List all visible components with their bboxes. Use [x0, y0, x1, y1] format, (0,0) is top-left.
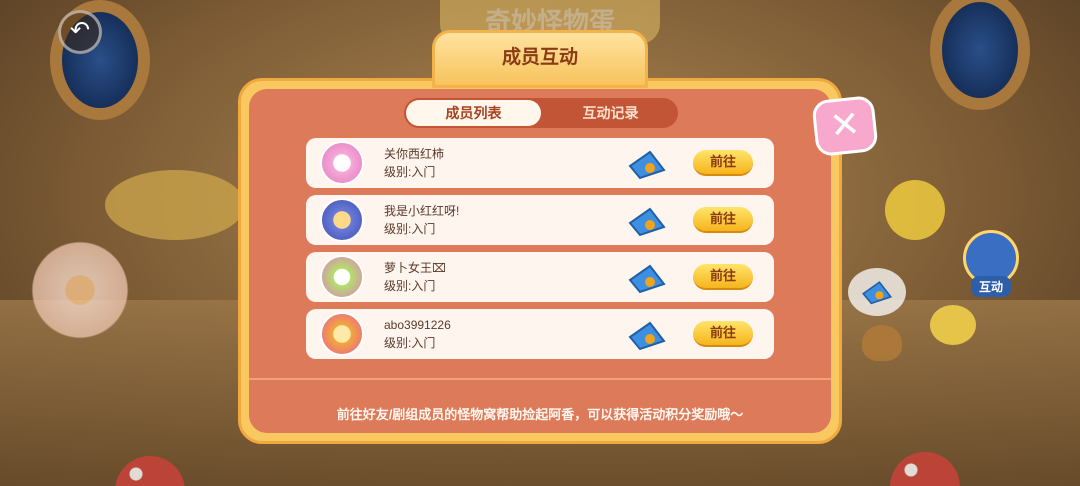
member-level: 级别:入门 — [384, 279, 436, 293]
tab-bar: 成员列表 互动记录 — [404, 98, 678, 128]
member-level: 级别:入门 — [384, 165, 436, 179]
avatar — [320, 255, 364, 299]
member-name: 我是小红红呀! — [384, 204, 460, 218]
poop-item[interactable] — [862, 325, 902, 361]
go-button[interactable]: 前往 — [693, 150, 753, 176]
member-list: 关你西红柿 级别:入门 前往 我是小红红呀! 级别:入门 前往 萝卜女王⌧ 级别… — [306, 138, 774, 366]
member-name: abo3991226 — [384, 318, 451, 332]
panel-title: 成员互动 — [501, 47, 578, 68]
interact-side-button[interactable]: 互动 — [958, 230, 1024, 308]
dustpan-icon — [628, 264, 666, 294]
go-button[interactable]: 前往 — [693, 321, 753, 347]
list-item: 萝卜女王⌧ 级别:入门 前往 — [306, 252, 774, 302]
avatar — [320, 198, 364, 242]
go-button[interactable]: 前往 — [693, 207, 753, 233]
member-level: 级别:入门 — [384, 222, 436, 236]
tab-interaction-log[interactable]: 互动记录 — [543, 98, 678, 128]
list-item: abo3991226 级别:入门 前往 — [306, 309, 774, 359]
list-item: 关你西红柿 级别:入门 前往 — [306, 138, 774, 188]
dustpan-icon — [628, 321, 666, 351]
member-level: 级别:入门 — [384, 336, 436, 350]
back-arrow-icon[interactable]: ↶ — [58, 10, 102, 54]
panel-divider — [249, 378, 831, 380]
avatar — [320, 141, 364, 185]
avatar — [320, 312, 364, 356]
dustpan-icon — [628, 150, 666, 180]
close-icon[interactable]: ✕ — [811, 94, 879, 158]
dustpan-bubble-icon[interactable] — [848, 268, 906, 316]
interact-side-label: 互动 — [970, 276, 1011, 297]
panel-title-tab: 成员互动 — [432, 30, 648, 88]
list-item: 我是小红红呀! 级别:入门 前往 — [306, 195, 774, 245]
rubber-duck-decoration — [930, 305, 976, 345]
member-name: 关你西红柿 — [384, 147, 445, 161]
flower-decoration — [20, 240, 140, 340]
go-button[interactable]: 前往 — [693, 264, 753, 290]
table-decoration — [105, 170, 245, 240]
tab-member-list[interactable]: 成员列表 — [406, 100, 541, 126]
member-name: 萝卜女王⌧ — [384, 261, 446, 275]
dustpan-icon — [628, 207, 666, 237]
footer-hint: 前往好友/剧组成员的怪物窝帮助捡起阿香，可以获得活动积分奖励哦～ — [336, 407, 744, 422]
duck-decoration — [885, 180, 945, 240]
